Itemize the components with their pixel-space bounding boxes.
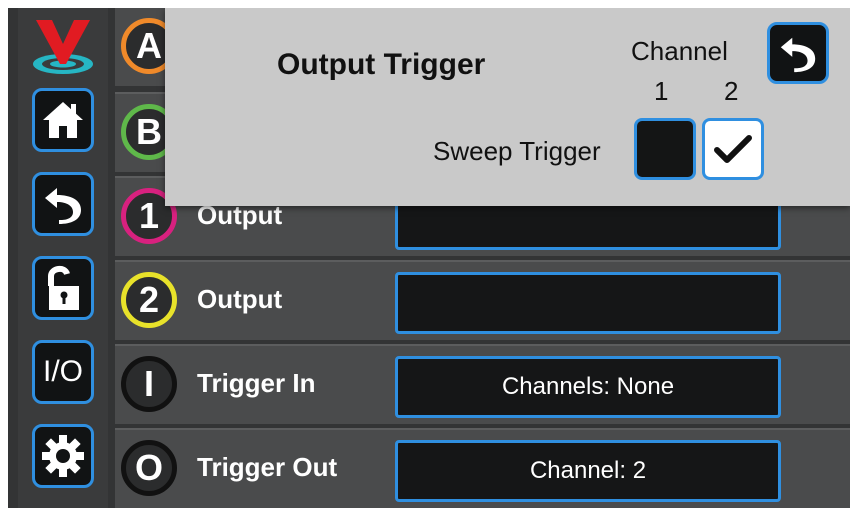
trigger-in-label: Trigger In	[197, 368, 316, 398]
trigger-out-badge: O	[121, 440, 177, 496]
checkmark-icon	[714, 135, 752, 163]
popup-title: Output Trigger	[277, 48, 486, 81]
trigger-out-field[interactable]: Channel: 2	[395, 440, 781, 502]
channel-2-badge: 2	[121, 272, 177, 328]
trigger-out-row[interactable]: O Trigger Out Channel: 2	[115, 428, 850, 508]
trigger-in-badge: I	[121, 356, 177, 412]
sweep-trigger-channel-1-checkbox[interactable]	[634, 118, 696, 180]
output-2-field[interactable]	[395, 272, 781, 334]
home-icon	[43, 102, 83, 138]
io-button[interactable]: I/O	[32, 340, 94, 404]
back-button[interactable]	[32, 172, 94, 236]
sweep-trigger-label: Sweep Trigger	[433, 136, 601, 166]
trigger-in-field[interactable]: Channels: None	[395, 356, 781, 418]
sidebar: I/O	[18, 8, 108, 508]
settings-button[interactable]	[32, 424, 94, 488]
gear-icon	[42, 435, 84, 477]
sweep-trigger-channel-2-checkbox[interactable]	[702, 118, 764, 180]
screen: I/O A B 1 Output 2 Output I Trigger In C…	[8, 8, 850, 508]
home-button[interactable]	[32, 88, 94, 152]
channel-1-number: 1	[654, 76, 669, 106]
trigger-in-row[interactable]: I Trigger In Channels: None	[115, 344, 850, 424]
output-2-label: Output	[197, 284, 283, 314]
output-trigger-popup: Output Trigger Channel 1 2 Sweep Trigger	[165, 8, 850, 206]
channel-2-number: 2	[724, 76, 739, 106]
unlock-icon	[48, 266, 79, 310]
output-2-row[interactable]: 2 Output	[115, 260, 850, 340]
channel-header: Channel	[631, 36, 728, 66]
trigger-out-label: Trigger Out	[197, 452, 338, 482]
io-label: I/O	[42, 355, 83, 388]
back-arrow-icon	[780, 37, 816, 73]
v-logo-icon	[33, 20, 93, 74]
back-arrow-icon	[45, 188, 81, 224]
lock-button[interactable]	[32, 256, 94, 320]
popup-back-button[interactable]	[767, 22, 829, 84]
